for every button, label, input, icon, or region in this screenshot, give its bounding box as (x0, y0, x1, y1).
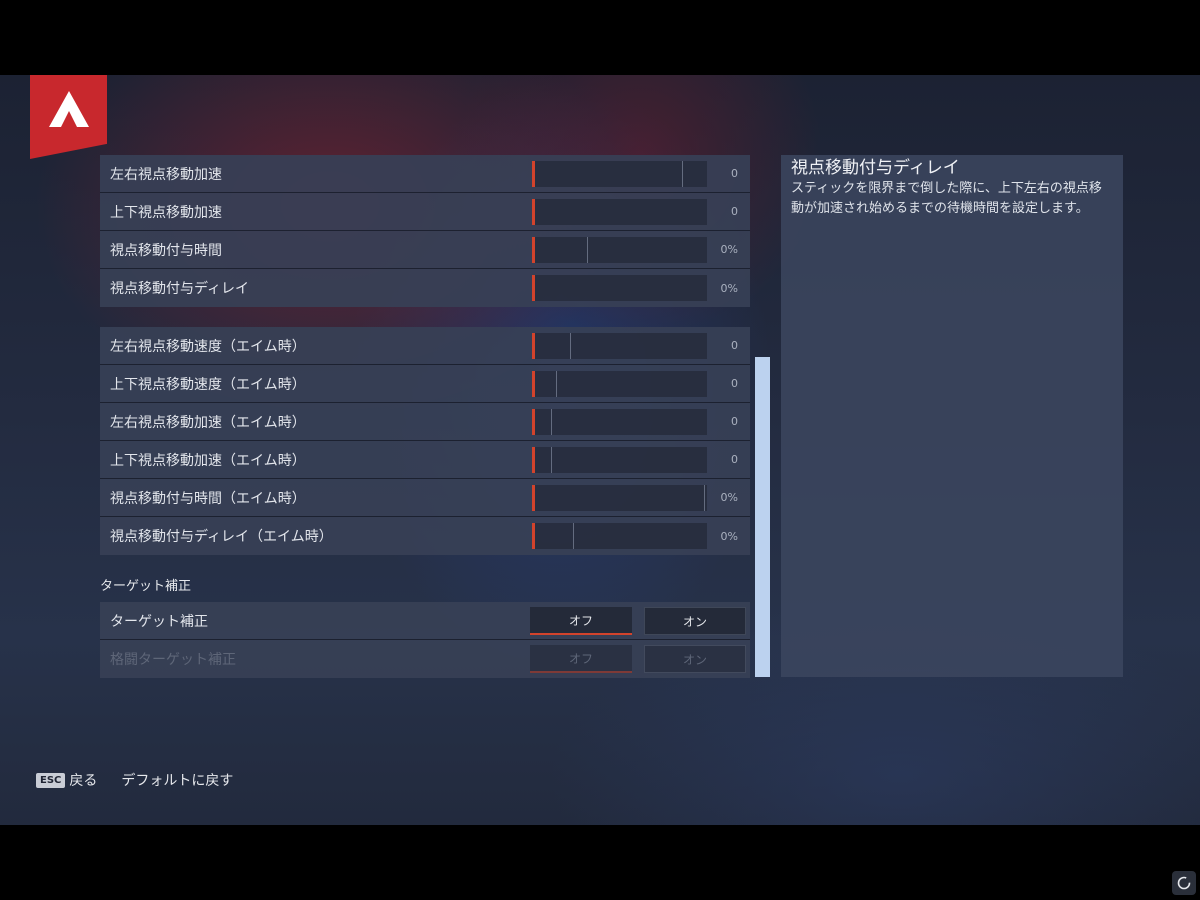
setting-label: 左右視点移動加速（エイム時） (110, 414, 306, 431)
setting-row[interactable]: 左右視点移動速度（エイム時） 0 (100, 327, 750, 365)
loading-spinner-icon (1172, 871, 1196, 895)
setting-row[interactable]: 左右視点移動加速 0 (100, 155, 750, 193)
slider-handle[interactable] (532, 275, 535, 301)
back-label: 戻る (69, 773, 98, 789)
slider-default-tick (569, 333, 571, 359)
settings-group-ads: 左右視点移動速度（エイム時） 0 上下視点移動速度（エイム時） 0 左右視点移動加速（エ… (100, 327, 750, 555)
slider-handle[interactable] (532, 447, 535, 473)
setting-slider[interactable] (532, 409, 707, 435)
setting-row[interactable]: 視点移動付与時間（エイム時） 0% (100, 479, 750, 517)
slider-handle[interactable] (532, 161, 535, 187)
setting-slider[interactable] (532, 523, 707, 549)
setting-slider[interactable] (532, 237, 707, 263)
scrollbar-thumb[interactable] (755, 357, 770, 677)
setting-label: 視点移動付与時間（エイム時） (110, 490, 306, 507)
description-body: スティックを限界まで倒した際に、上下左右の視点移動が加速され始めるまでの待機時間… (791, 181, 1102, 216)
setting-value: 0 (731, 453, 738, 466)
toggle-on-button: オン (644, 645, 746, 673)
slider-default-tick (550, 447, 552, 473)
setting-row[interactable]: 上下視点移動速度（エイム時） 0 (100, 365, 750, 403)
slider-handle[interactable] (532, 237, 535, 263)
setting-slider[interactable] (532, 485, 707, 511)
setting-slider[interactable] (532, 199, 707, 225)
description-panel: 視点移動付与ディレイ スティックを限界まで倒した際に、上下左右の視点移動が加速さ… (781, 155, 1123, 677)
setting-value: 0% (720, 529, 738, 543)
letterbox-top (0, 0, 1200, 75)
setting-slider[interactable] (532, 333, 707, 359)
setting-value: 0 (731, 415, 738, 428)
setting-slider[interactable] (532, 447, 707, 473)
slider-default-tick (704, 485, 705, 511)
setting-row[interactable]: 上下視点移動加速（エイム時） 0 (100, 441, 750, 479)
toggle-setting-row: 格闘ターゲット補正 オフ オン (100, 640, 750, 678)
apex-logo-icon (48, 91, 89, 127)
slider-handle[interactable] (532, 371, 535, 397)
slider-handle[interactable] (532, 409, 535, 435)
footer-bar: ESC 戻る デフォルトに戻す (36, 770, 233, 790)
setting-slider[interactable] (532, 275, 707, 301)
section-title-target-assist: ターゲット補正 (100, 579, 192, 594)
settings-screen: 左右視点移動加速 0 上下視点移動加速 0 視点移動付与時間 0% 視点移動付与ディレイ 0%… (0, 75, 1200, 825)
setting-label: ターゲット補正 (110, 613, 208, 630)
toggle-setting-row[interactable]: ターゲット補正 オフ オン (100, 602, 750, 640)
setting-slider[interactable] (532, 161, 707, 187)
slider-default-tick (587, 237, 589, 263)
slider-default-tick (556, 371, 558, 397)
setting-value: 0 (731, 339, 738, 352)
setting-row[interactable]: 視点移動付与ディレイ（エイム時） 0% (100, 517, 750, 555)
scrollbar[interactable] (755, 155, 770, 677)
reset-defaults-button[interactable]: デフォルトに戻す (121, 770, 233, 790)
back-button[interactable]: ESC 戻る (36, 770, 97, 790)
description-title: 視点移動付与ディレイ (791, 158, 960, 178)
esc-key-icon: ESC (36, 772, 66, 788)
settings-group-look-acceleration: 左右視点移動加速 0 上下視点移動加速 0 視点移動付与時間 0% 視点移動付与ディレイ 0% (100, 155, 750, 307)
setting-value: 0 (731, 205, 738, 218)
slider-default-tick (573, 523, 575, 549)
setting-value: 0% (720, 281, 738, 295)
settings-group-target-assist: ターゲット補正 オフ オン 格闘ターゲット補正 オフ オン (100, 602, 750, 678)
slider-handle[interactable] (532, 485, 535, 511)
slider-handle[interactable] (532, 199, 535, 225)
setting-label: 上下視点移動加速 (110, 204, 222, 221)
setting-value: 0 (731, 167, 738, 180)
setting-slider[interactable] (532, 371, 707, 397)
setting-value: 0 (731, 377, 738, 390)
setting-label: 左右視点移動速度（エイム時） (110, 338, 306, 355)
setting-label: 視点移動付与時間 (110, 242, 222, 259)
toggle-off-button[interactable]: オフ (530, 607, 632, 635)
setting-value: 0% (720, 491, 738, 504)
setting-row[interactable]: 左右視点移動加速（エイム時） 0 (100, 403, 750, 441)
setting-value: 0% (720, 243, 738, 256)
setting-label: 上下視点移動加速（エイム時） (110, 452, 306, 469)
setting-label: 視点移動付与ディレイ (110, 281, 250, 297)
slider-handle[interactable] (532, 523, 535, 549)
slider-default-tick (550, 409, 552, 435)
setting-row[interactable]: 上下視点移動加速 0 (100, 193, 750, 231)
toggle-on-button[interactable]: オン (644, 607, 746, 635)
setting-label: 上下視点移動速度（エイム時） (110, 376, 306, 393)
setting-label: 左右視点移動加速 (110, 166, 222, 183)
setting-row[interactable]: 視点移動付与ディレイ 0% (100, 269, 750, 307)
toggle-off-button: オフ (530, 645, 632, 673)
slider-handle[interactable] (532, 333, 535, 359)
letterbox-bottom (0, 825, 1200, 900)
apex-logo (30, 75, 107, 159)
setting-label: 視点移動付与ディレイ（エイム時） (110, 529, 333, 545)
settings-list: 左右視点移動加速 0 上下視点移動加速 0 視点移動付与時間 0% 視点移動付与ディレイ 0%… (100, 155, 750, 678)
setting-row[interactable]: 視点移動付与時間 0% (100, 231, 750, 269)
setting-label: 格闘ターゲット補正 (110, 652, 236, 668)
slider-default-tick (681, 161, 683, 187)
